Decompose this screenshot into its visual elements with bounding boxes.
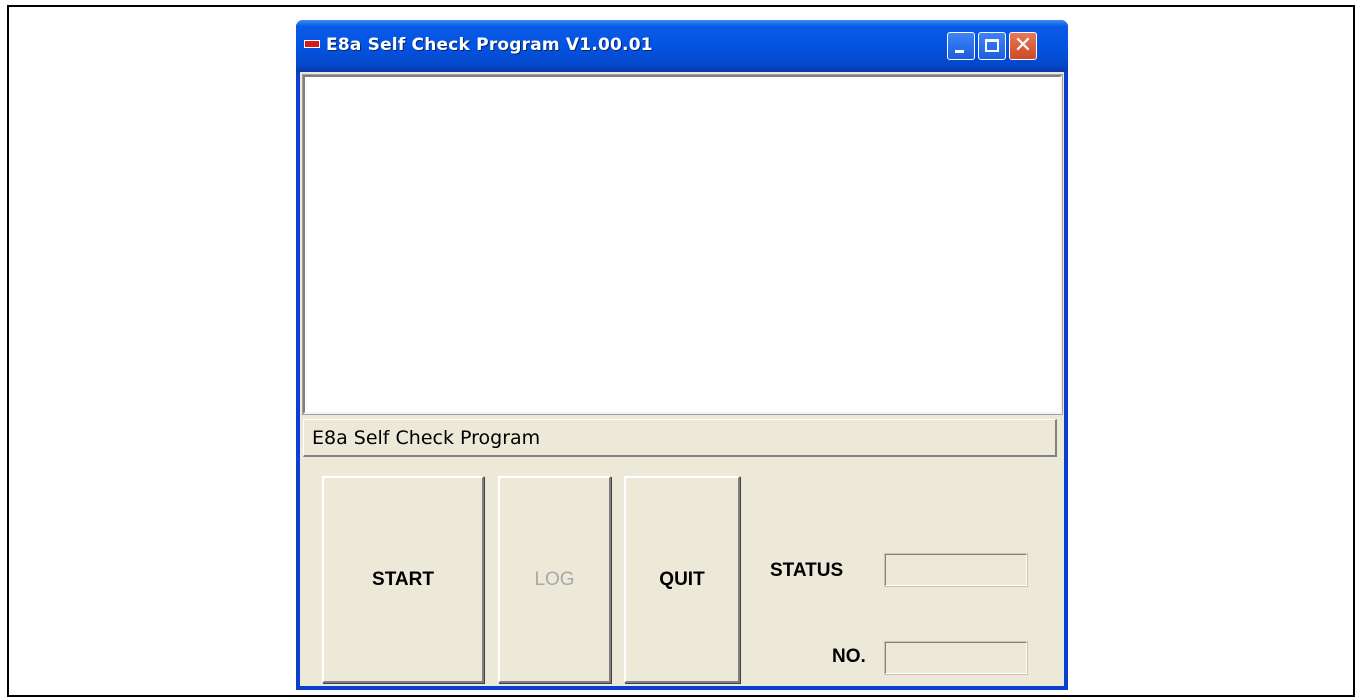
- maximize-icon: [985, 39, 999, 52]
- minimize-button[interactable]: [947, 32, 975, 60]
- minimize-icon: [955, 50, 964, 53]
- status-field: [884, 553, 1028, 587]
- status-label: STATUS: [770, 560, 844, 581]
- window-title: E8a Self Check Program V1.00.01: [326, 35, 653, 55]
- status-bar: E8a Self Check Program: [303, 419, 1057, 457]
- status-bar-text: E8a Self Check Program: [312, 427, 541, 449]
- number-label: NO.: [832, 646, 866, 667]
- client-area: E8a Self Check Program START LOG QUIT ST…: [300, 72, 1064, 686]
- log-button[interactable]: LOG: [498, 476, 611, 683]
- maximize-button[interactable]: [978, 32, 1006, 60]
- close-icon: ✕: [1013, 33, 1033, 58]
- title-bar[interactable]: E8a Self Check Program V1.00.01 ✕: [296, 20, 1068, 72]
- app-icon: [304, 40, 320, 48]
- close-button[interactable]: ✕: [1009, 32, 1037, 60]
- log-output-area[interactable]: [302, 74, 1063, 415]
- app-window: E8a Self Check Program V1.00.01 ✕ E8a Se…: [296, 20, 1068, 690]
- start-button[interactable]: START: [322, 476, 484, 683]
- quit-button[interactable]: QUIT: [624, 476, 740, 683]
- number-field: [884, 641, 1028, 675]
